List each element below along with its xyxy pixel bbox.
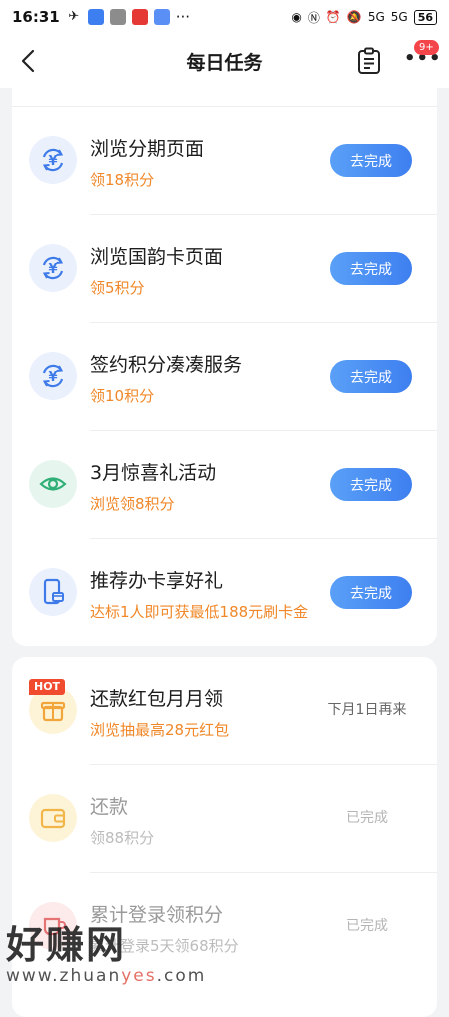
- mute-icon: 🔕: [346, 10, 362, 24]
- eye-icon: [29, 460, 77, 508]
- go-complete-button[interactable]: 去完成: [330, 144, 412, 177]
- task-row: ¥ 浏览分期页面 领18积分 去完成: [12, 107, 437, 215]
- nfc-icon: Ⓝ: [307, 10, 320, 25]
- yuan-cycle-icon: ¥: [29, 244, 77, 292]
- yuan-cycle-icon: ¥: [29, 352, 77, 400]
- notification-badge: 9+: [414, 40, 439, 55]
- task-reward: 累计登录5天领68积分: [90, 937, 239, 955]
- status-more: ···: [175, 8, 191, 26]
- task-title: 浏览分期页面: [90, 138, 205, 160]
- battery-indicator: 56: [413, 9, 437, 25]
- task-reward: 浏览领8积分: [90, 495, 175, 513]
- task-title: 累计登录领积分: [90, 904, 224, 926]
- go-complete-button[interactable]: 去完成: [330, 468, 412, 501]
- go-complete-button[interactable]: 去完成: [330, 576, 412, 609]
- task-reward: 领18积分: [90, 171, 155, 189]
- page-title: 每日任务: [186, 51, 263, 74]
- task-row: 累计登录领积分 累计登录5天领68积分 已完成: [12, 873, 437, 981]
- daily-task-card: ¥ 浏览分期页面 领18积分 去完成 ¥ 浏览国韵卡页面 领5积分 去完成 ¥ …: [12, 88, 437, 646]
- app-gray-icon: [109, 9, 126, 25]
- wallet-icon: [29, 794, 77, 842]
- go-complete-button[interactable]: 去完成: [330, 360, 412, 393]
- eye-status-icon: ◉: [291, 10, 302, 24]
- task-row: ¥ 浏览国韵卡页面 领5积分 去完成: [12, 215, 437, 323]
- app-red-icon: [131, 9, 148, 25]
- app-blue2-icon: [153, 9, 170, 25]
- more-menu-icon[interactable]: •••: [404, 50, 442, 68]
- task-reward: 领5积分: [90, 279, 145, 297]
- task-row: 还款 领88积分 已完成: [12, 765, 437, 873]
- task-title: 签约积分凑凑服务: [90, 354, 243, 376]
- alarm-icon: ⏰: [325, 10, 341, 24]
- task-title: 推荐办卡享好礼: [90, 570, 224, 592]
- task-status: 已完成: [346, 918, 388, 934]
- task-title: 3月惊喜礼活动: [90, 462, 217, 484]
- task-row: HOT 还款红包月月领 浏览抽最高28元红包 下月1日再来: [12, 657, 437, 765]
- task-row: 推荐办卡享好礼 达标1人即可获最低188元刷卡金 去完成: [12, 539, 437, 647]
- svg-text:¥: ¥: [48, 370, 57, 385]
- task-reward: 浏览抽最高28元红包: [90, 721, 230, 739]
- task-reward: 领10积分: [90, 387, 155, 405]
- task-status: 下月1日再来: [327, 702, 407, 718]
- go-complete-button[interactable]: 去完成: [330, 252, 412, 285]
- task-title: 浏览国韵卡页面: [90, 246, 224, 268]
- task-reward: 领88积分: [90, 829, 155, 847]
- back-arrow-icon[interactable]: [16, 48, 42, 74]
- svg-text:¥: ¥: [48, 262, 57, 277]
- clipboard-icon[interactable]: [356, 47, 382, 75]
- repayment-task-card: HOT 还款红包月月领 浏览抽最高28元红包 下月1日再来 还款 领88积分 已…: [12, 657, 437, 1017]
- svg-text:¥: ¥: [48, 154, 57, 169]
- hot-tag: HOT: [29, 679, 66, 695]
- task-reward: 达标1人即可获最低188元刷卡金: [90, 603, 309, 621]
- app-blue-icon: [87, 9, 104, 25]
- task-status: 已完成: [346, 810, 388, 826]
- wechat-like-icon: ✈: [65, 9, 82, 25]
- task-row: 3月惊喜礼活动 浏览领8积分 去完成: [12, 431, 437, 539]
- task-row: ¥ 签约积分凑凑服务 领10积分 去完成: [12, 323, 437, 431]
- nav-bar: 每日任务 ••• 9+: [0, 34, 449, 88]
- task-title: 还款: [90, 796, 129, 818]
- signal-1: 5G: [367, 10, 385, 24]
- status-bar: 16:31 ✈ ··· ◉ Ⓝ ⏰ 🔕 5G 5G 56: [0, 0, 449, 34]
- yuan-cycle-icon: ¥: [29, 136, 77, 184]
- phone-card-icon: [29, 568, 77, 616]
- signal-2: 5G: [390, 10, 408, 24]
- cup-icon: [29, 902, 77, 950]
- task-title: 还款红包月月领: [90, 688, 224, 710]
- status-time: 16:31: [12, 8, 60, 26]
